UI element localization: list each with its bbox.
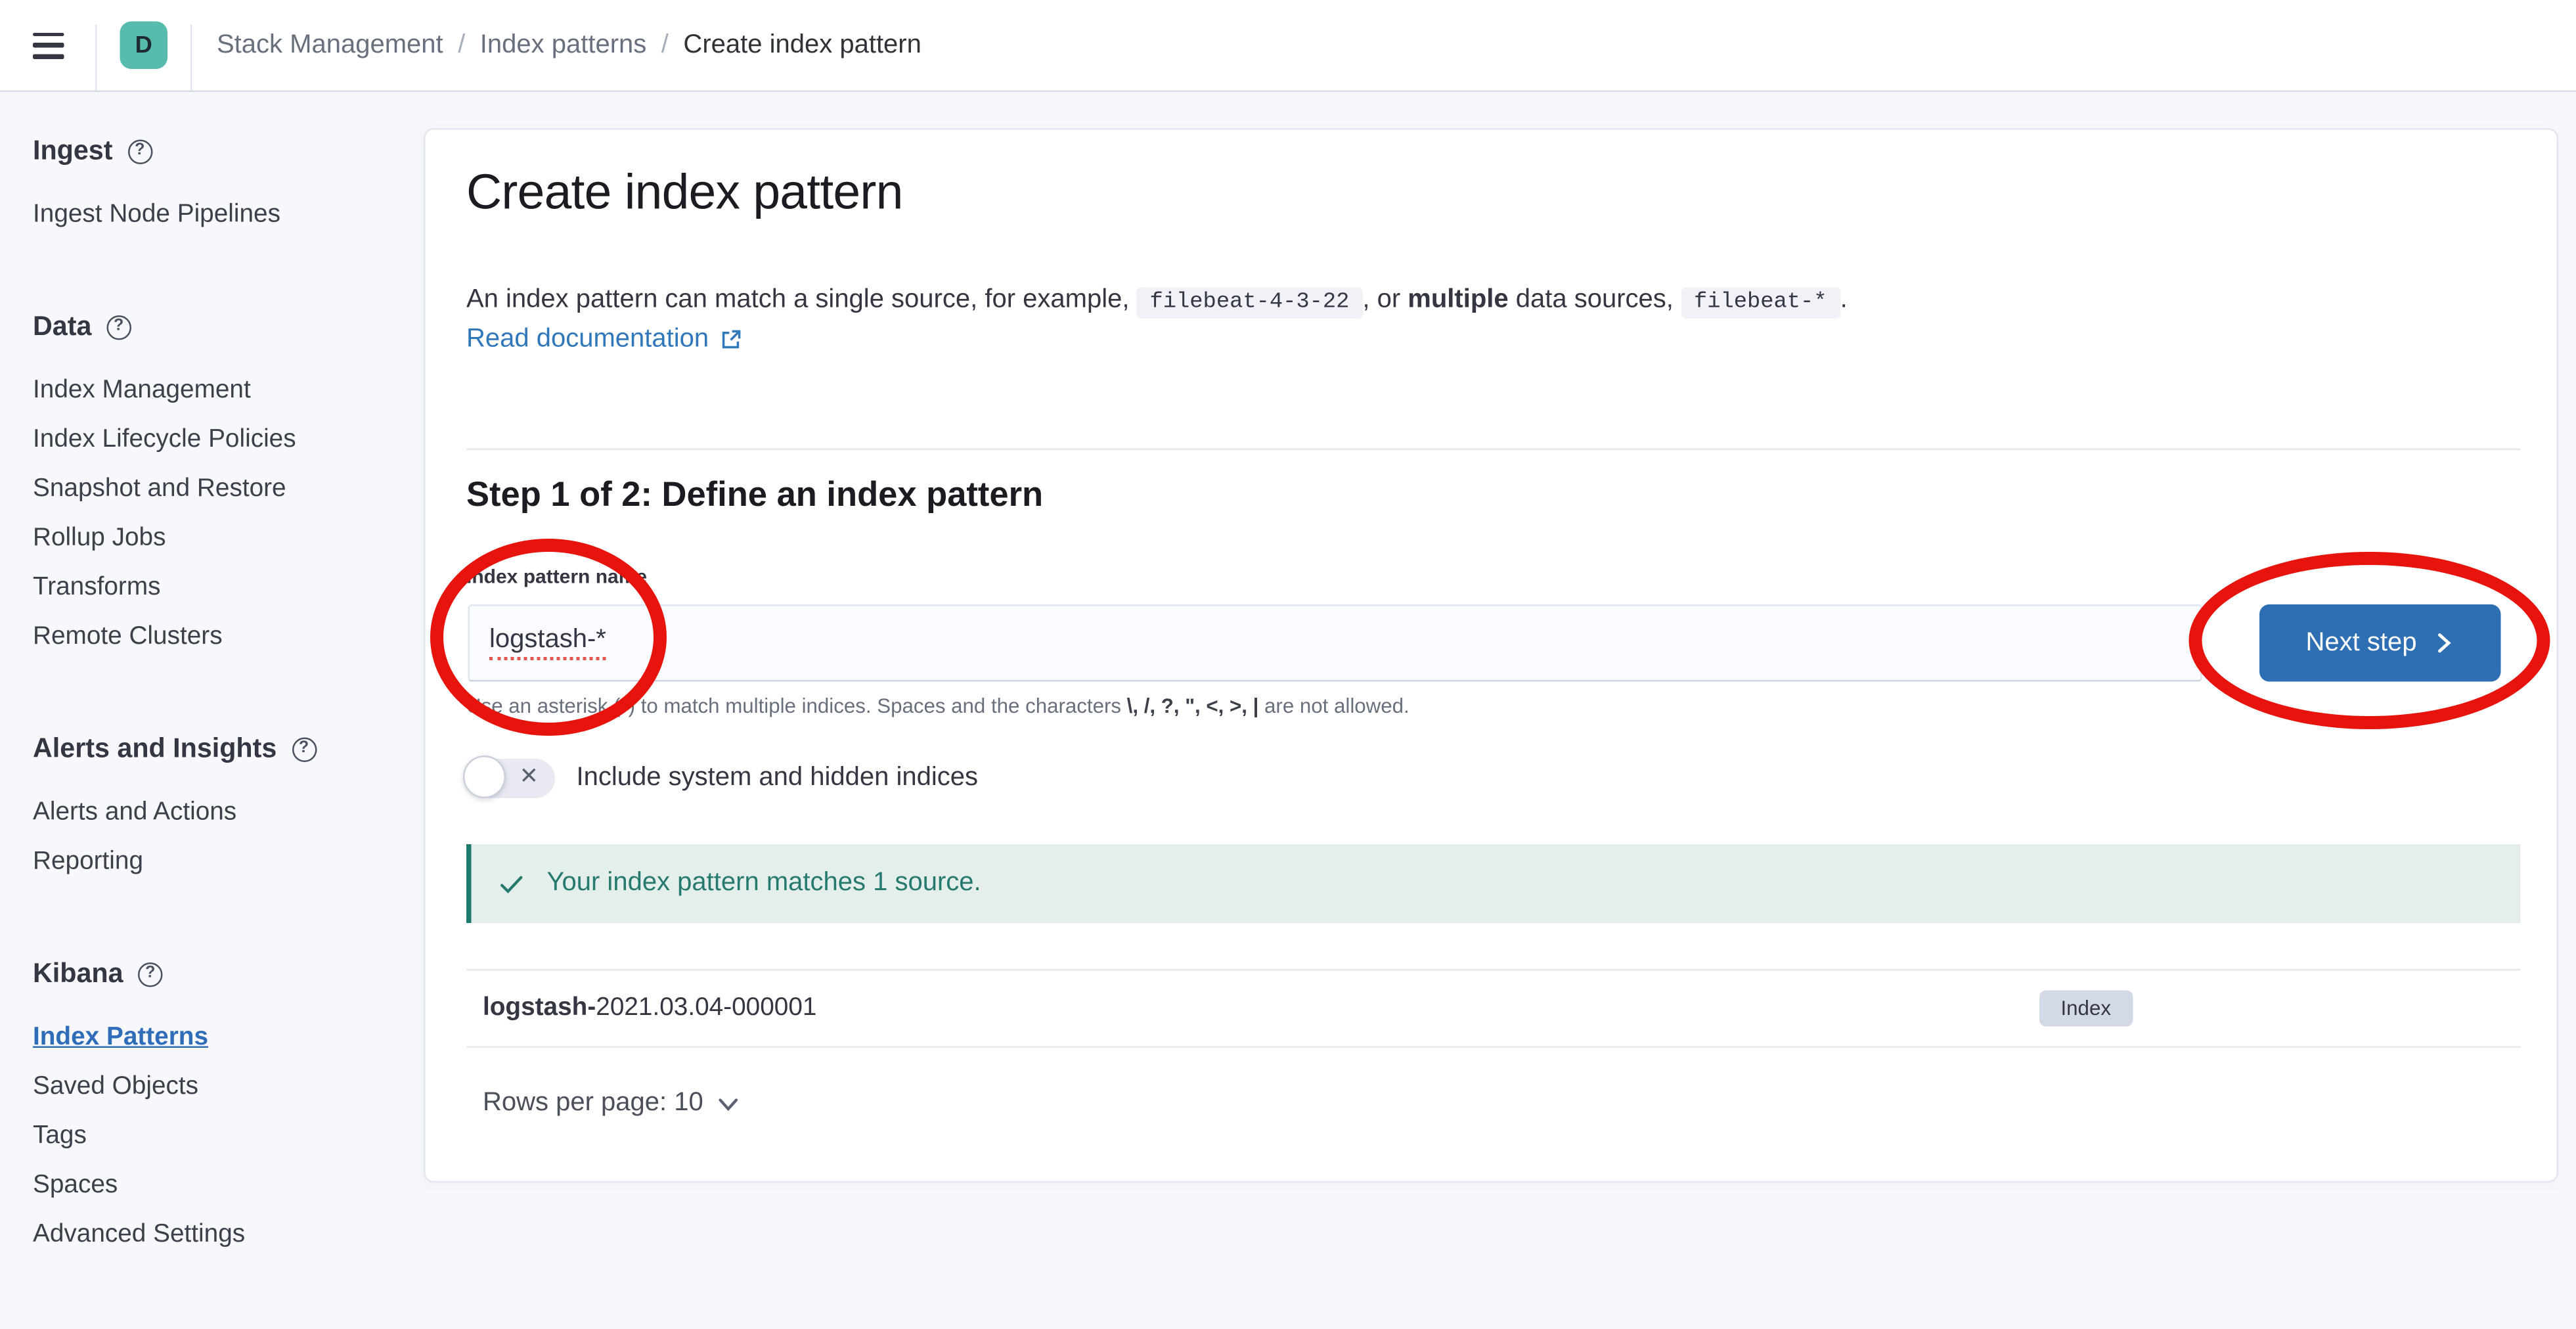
sidebar-item-alerts-and-actions[interactable]: Alerts and Actions <box>33 798 236 826</box>
index-pattern-name-input[interactable]: logstash-* <box>468 604 2202 682</box>
index-pattern-input-value: logstash-* <box>489 626 606 661</box>
chevron-right-icon <box>2433 633 2454 654</box>
sidebar-item-reporting[interactable]: Reporting <box>33 847 143 876</box>
sidebar-item-transforms[interactable]: Transforms <box>33 574 160 602</box>
matched-index-row: logstash-2021.03.04-000001 Index <box>466 971 2521 1047</box>
index-name: logstash-2021.03.04-000001 <box>483 994 816 1024</box>
sidebar-item-index-lifecycle-policies[interactable]: Index Lifecycle Policies <box>33 426 296 454</box>
hidden-indices-toggle-row: ✕ Include system and hidden indices <box>466 755 978 801</box>
include-hidden-indices-toggle[interactable]: ✕ <box>466 759 555 798</box>
sidebar-item-snapshot-and-restore[interactable]: Snapshot and Restore <box>33 475 286 503</box>
breadcrumb-create-index-pattern: Create index pattern <box>683 30 921 60</box>
breadcrumb-separator: / <box>458 30 465 60</box>
section-divider <box>466 449 2521 451</box>
header-separator <box>190 25 192 91</box>
external-link-icon <box>719 328 742 351</box>
chevron-down-icon <box>718 1093 740 1115</box>
index-type-badge: Index <box>2039 991 2132 1027</box>
index-pattern-name-label: Index pattern name <box>466 565 647 588</box>
kibana-app: D Stack Management / Index patterns / Cr… <box>0 0 2576 1246</box>
create-index-pattern-panel: Create index pattern An index pattern ca… <box>424 128 2558 1183</box>
sidebar-item-ingest-node-pipelines[interactable]: Ingest Node Pipelines <box>33 200 280 229</box>
table-divider <box>466 1047 2521 1048</box>
page-title: Create index pattern <box>466 166 903 222</box>
sidebar-item-advanced-settings[interactable]: Advanced Settings <box>33 1221 245 1249</box>
toggle-off-x-icon: ✕ <box>520 762 539 790</box>
toggle-label: Include system and hidden indices <box>577 764 978 794</box>
nav-group-title-ingest: Ingest <box>33 133 112 169</box>
read-documentation-link[interactable]: Read documentation <box>466 325 742 355</box>
check-icon <box>498 870 526 898</box>
code-example-filebeat-star: filebeat-* <box>1681 288 1840 319</box>
management-sidebar: Ingest ? Ingest Node Pipelines Data ? In… <box>0 92 424 1329</box>
nav-group-kibana: Kibana ? Index Patterns Saved Objects Ta… <box>33 956 424 1260</box>
menu-hamburger-icon[interactable] <box>33 32 64 58</box>
page-description: An index pattern can match a single sour… <box>466 281 1848 324</box>
space-avatar[interactable]: D <box>120 22 168 70</box>
nav-group-data: Data ? Index Management Index Lifecycle … <box>33 309 424 662</box>
code-example-filebeat-4-3-22: filebeat-4-3-22 <box>1137 288 1363 319</box>
input-help-text: Use an asterisk (*) to match multiple in… <box>466 695 1410 718</box>
breadcrumb-stack-management[interactable]: Stack Management <box>217 30 443 60</box>
nav-group-title-kibana: Kibana <box>33 956 123 992</box>
rows-per-page-selector[interactable]: Rows per page: 10 <box>466 1089 740 1119</box>
sidebar-item-spaces[interactable]: Spaces <box>33 1171 118 1200</box>
callout-text: Your index pattern matches 1 source. <box>547 869 981 899</box>
sidebar-item-saved-objects[interactable]: Saved Objects <box>33 1073 198 1101</box>
sidebar-item-tags[interactable]: Tags <box>33 1122 87 1150</box>
success-callout: Your index pattern matches 1 source. <box>466 844 2521 923</box>
top-header-bar: D Stack Management / Index patterns / Cr… <box>0 0 2576 92</box>
header-separator <box>95 25 97 91</box>
breadcrumb-index-patterns[interactable]: Index patterns <box>480 30 647 60</box>
nav-group-alerts-and-insights: Alerts and Insights ? Alerts and Actions… <box>33 731 424 888</box>
help-question-icon[interactable]: ? <box>138 962 163 987</box>
help-question-icon[interactable]: ? <box>292 736 317 761</box>
sidebar-item-remote-clusters[interactable]: Remote Clusters <box>33 623 223 651</box>
nav-group-ingest: Ingest ? Ingest Node Pipelines <box>33 133 424 240</box>
nav-group-title-data: Data <box>33 309 91 345</box>
toggle-knob <box>463 755 506 798</box>
sidebar-item-rollup-jobs[interactable]: Rollup Jobs <box>33 524 166 552</box>
step-heading: Step 1 of 2: Define an index pattern <box>466 476 1043 516</box>
nav-group-title-alerts-and-insights: Alerts and Insights <box>33 731 277 767</box>
breadcrumb-separator: / <box>661 30 669 60</box>
help-question-icon[interactable]: ? <box>127 139 152 164</box>
sidebar-item-index-patterns[interactable]: Index Patterns <box>33 1024 208 1052</box>
next-step-button[interactable]: Next step <box>2259 604 2501 682</box>
sidebar-item-index-management[interactable]: Index Management <box>33 376 251 405</box>
help-question-icon[interactable]: ? <box>106 315 131 340</box>
breadcrumb: Stack Management / Index patterns / Crea… <box>217 30 922 60</box>
